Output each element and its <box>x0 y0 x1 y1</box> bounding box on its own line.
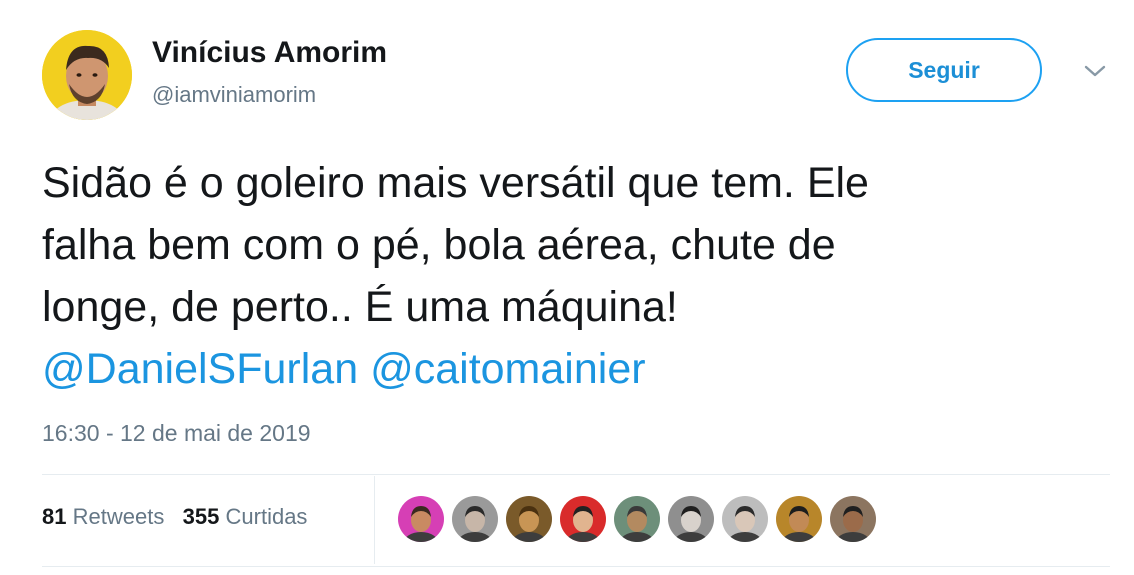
avatar-image <box>42 30 132 120</box>
avatar-image <box>452 496 498 542</box>
likes-label: Curtidas <box>225 504 308 529</box>
tweet-text: Sidão é o goleiro mais versátil que tem.… <box>42 152 1102 400</box>
liker-avatars <box>398 496 876 544</box>
tweet-mentions: @DanielSFurlan @caitomainier <box>42 338 1102 400</box>
follow-button[interactable]: Seguir <box>846 38 1042 102</box>
avatar-image <box>614 496 660 542</box>
liker-avatar[interactable] <box>452 496 498 542</box>
tweet-text-line: falha bem com o pé, bola aérea, chute de <box>42 221 836 269</box>
liker-avatar[interactable] <box>668 496 714 542</box>
liker-avatar[interactable] <box>722 496 768 542</box>
liker-avatar[interactable] <box>506 496 552 542</box>
tweet-timestamp[interactable]: 16:30 - 12 de mai de 2019 <box>42 420 311 447</box>
avatar-image <box>776 496 822 542</box>
tweet-text-line: longe, de perto.. É uma máquina! <box>42 283 678 331</box>
author-avatar[interactable] <box>42 30 132 120</box>
retweets-stat[interactable]: 81 Retweets <box>42 504 164 529</box>
avatar-image <box>830 496 876 542</box>
mention-link-caitomainier[interactable]: @caitomainier <box>370 345 645 393</box>
tweet-stats: 81 Retweets 355 Curtidas <box>42 504 307 530</box>
avatar-image <box>668 496 714 542</box>
tweet-card: Vinícius Amorim @iamviniamorim Seguir Si… <box>0 0 1134 575</box>
avatar-image <box>398 496 444 542</box>
likes-count: 355 <box>182 504 220 529</box>
mention-link-danielsfurlan[interactable]: @DanielSFurlan <box>42 345 358 393</box>
retweets-label: Retweets <box>72 504 165 529</box>
divider <box>42 566 1110 567</box>
liker-avatar[interactable] <box>776 496 822 542</box>
divider <box>374 476 375 564</box>
avatar-image <box>560 496 606 542</box>
liker-avatar[interactable] <box>560 496 606 542</box>
divider <box>42 474 1110 475</box>
likes-stat[interactable]: 355 Curtidas <box>183 504 308 529</box>
author-handle[interactable]: @iamviniamorim <box>152 82 316 108</box>
avatar-image <box>722 496 768 542</box>
tweet-text-line: Sidão é o goleiro mais versátil que tem.… <box>42 159 869 207</box>
author-name[interactable]: Vinícius Amorim <box>152 36 387 70</box>
liker-avatar[interactable] <box>398 496 444 542</box>
retweets-count: 81 <box>42 504 67 529</box>
avatar-image <box>506 496 552 542</box>
liker-avatar[interactable] <box>830 496 876 542</box>
liker-avatar[interactable] <box>614 496 660 542</box>
chevron-down-icon[interactable] <box>1082 62 1108 80</box>
